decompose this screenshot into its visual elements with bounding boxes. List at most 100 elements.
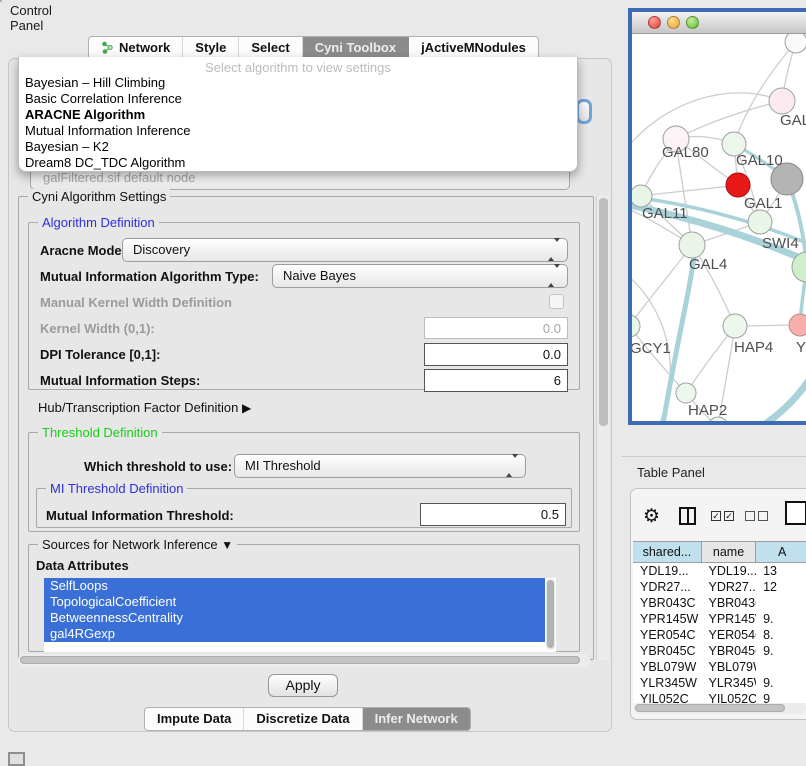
gear-icon[interactable]: ⚙ — [643, 505, 660, 528]
network-node[interactable] — [632, 315, 640, 337]
attribute-item-betweennesscentrality[interactable]: BetweennessCentrality — [44, 610, 545, 626]
attribute-item-selfloops[interactable]: SelfLoops — [44, 578, 545, 594]
checked-boxes-icon[interactable]: ✓ ✓ — [711, 511, 734, 521]
network-node[interactable] — [723, 314, 747, 338]
aracne-mode-label: Aracne Mode: — [40, 243, 126, 258]
minimize-traffic-light-icon[interactable] — [667, 16, 680, 29]
table-row[interactable]: YLR345WYLR345W9. — [633, 675, 806, 691]
threshold-definition-title: Threshold Definition — [38, 425, 162, 440]
kernel-width-label: Kernel Width (0,1): — [40, 321, 155, 336]
dropdown-placeholder: Select algorithm to view settings — [19, 57, 577, 75]
mi-threshold-field[interactable]: 0.5 — [420, 503, 566, 526]
table-row[interactable]: YBL079WYBL079W — [633, 659, 806, 675]
sources-title[interactable]: Sources for Network Inference ▼ — [38, 537, 237, 552]
dropdown-item-bayesian-k2[interactable]: Bayesian – K2 — [19, 139, 577, 155]
collapsed-panel-fragment[interactable] — [8, 752, 25, 766]
mi-steps-field[interactable]: 6 — [424, 369, 568, 392]
dropdown-item-basic-correlation-inference[interactable]: Basic Correlation Inference — [19, 91, 577, 107]
list-vertical-scrollbar[interactable] — [546, 579, 555, 650]
network-node[interactable] — [789, 314, 806, 336]
node-attribute-table[interactable]: shared...nameA YDL19...YDL19...13YDR27..… — [633, 541, 806, 703]
tab-jactivemnodules[interactable]: jActiveMNodules — [409, 37, 538, 59]
table-cell: YLR345W — [701, 675, 756, 691]
columns-icon[interactable] — [679, 507, 696, 525]
tab-infer-network[interactable]: Infer Network — [363, 708, 470, 730]
table-panel-title: Table Panel — [637, 465, 705, 480]
mi-type-label: Mutual Information Algorithm Type: — [40, 269, 259, 284]
algorithm-dropdown-list: Select algorithm to view settings Bayesi… — [18, 57, 578, 172]
checkbox-empty-icon — [758, 511, 768, 521]
network-node[interactable] — [679, 232, 705, 258]
tab-style[interactable]: Style — [183, 37, 239, 59]
table-row[interactable]: YDR27...YDR27...12 — [633, 579, 806, 595]
document-icon[interactable] — [785, 501, 806, 525]
column-header-name[interactable]: name — [701, 542, 757, 562]
tab-label: Impute Data — [157, 711, 231, 726]
node-label-gal: GAL — [780, 112, 806, 129]
dropdown-item-aracne-algorithm[interactable]: ARACNE Algorithm — [19, 107, 577, 123]
network-edge[interactable] — [632, 93, 782, 149]
manual-kernel-label: Manual Kernel Width Definition — [40, 295, 232, 310]
node-label-gal80: GAL80 — [662, 144, 709, 161]
network-window-titlebar[interactable] — [632, 12, 806, 34]
tab-impute-data[interactable]: Impute Data — [145, 708, 244, 730]
aracne-mode-combo[interactable]: Discovery — [122, 238, 568, 262]
checkbox-empty-icon — [745, 511, 755, 521]
table-row[interactable]: YER054CYER054C8. — [633, 627, 806, 643]
combo-stepper-icon — [506, 455, 518, 477]
node-label-gcy1: GCY1 — [632, 340, 671, 357]
manual-kernel-checkbox[interactable] — [549, 294, 564, 309]
network-edge[interactable] — [641, 185, 738, 196]
scroll-thumb[interactable] — [635, 704, 785, 712]
network-node[interactable] — [748, 210, 772, 234]
network-edge-highlighted[interactable] — [750, 372, 806, 425]
hub-expander[interactable]: Hub/Transcription Factor Definition ▶ — [38, 400, 251, 415]
scroll-thumb[interactable] — [20, 656, 580, 664]
network-node[interactable] — [785, 34, 806, 53]
table-header-row: shared...nameA — [633, 541, 806, 563]
dpi-tolerance-field[interactable]: 0.0 — [424, 343, 568, 366]
table-row[interactable]: YBR043CYBR043C — [633, 595, 806, 611]
tab-discretize-data[interactable]: Discretize Data — [244, 708, 362, 730]
dropdown-item-mutual-information-inference[interactable]: Mutual Information Inference — [19, 123, 577, 139]
tab-select[interactable]: Select — [239, 37, 302, 59]
table-cell — [756, 659, 806, 675]
table-cell: YLR345W — [633, 675, 701, 691]
table-cell: YBR043C — [701, 595, 756, 611]
network-node[interactable] — [769, 88, 795, 114]
network-node[interactable] — [726, 173, 750, 197]
sources-title-label: Sources for Network Inference — [42, 537, 218, 552]
focused-combo-fragment[interactable] — [576, 99, 592, 124]
scroll-thumb[interactable] — [599, 198, 608, 426]
attribute-item-gal4rgexp[interactable]: gal4RGexp — [44, 626, 545, 642]
kernel-width-field[interactable]: 0.0 — [424, 317, 568, 339]
scroll-thumb[interactable] — [547, 580, 554, 648]
network-canvas-svg[interactable]: GALGAL80GAL10GAL1GAL11SWI4GAL4GCY1HAP4YH… — [632, 34, 806, 425]
dropdown-item-dream8-dc-tdc-algorithm[interactable]: Dream8 DC_TDC Algorithm — [19, 155, 577, 171]
tab-network[interactable]: Network — [89, 37, 183, 59]
mi-type-combo[interactable]: Naive Bayes — [272, 264, 568, 288]
tab-cyni-toolbox[interactable]: Cyni Toolbox — [303, 37, 409, 59]
apply-button[interactable]: Apply — [268, 674, 338, 697]
table-row[interactable]: YPR145WYPR145W9. — [633, 611, 806, 627]
settings-vertical-scrollbar[interactable] — [596, 196, 609, 660]
table-row[interactable]: YDL19...YDL19...13 — [633, 563, 806, 579]
network-node[interactable] — [632, 185, 652, 207]
table-row[interactable]: YIL052CYIL052C9 — [633, 691, 806, 703]
network-node[interactable] — [676, 383, 696, 403]
table-cell: 9. — [756, 643, 806, 659]
control-panel-window — [0, 0, 2, 2]
close-traffic-light-icon[interactable] — [648, 16, 661, 29]
column-header-a[interactable]: A — [755, 542, 806, 562]
unchecked-boxes-icon[interactable] — [745, 511, 768, 521]
node-label-swi4: SWI4 — [762, 235, 799, 252]
algorithm-definition-title: Algorithm Definition — [38, 215, 159, 230]
table-horizontal-scrollbar[interactable] — [634, 703, 806, 714]
which-threshold-combo[interactable]: MI Threshold — [234, 454, 526, 478]
settings-horizontal-scrollbar[interactable] — [18, 654, 590, 667]
attribute-item-topologicalcoefficient[interactable]: TopologicalCoefficient — [44, 594, 545, 610]
table-row[interactable]: YBR045CYBR045C9. — [633, 643, 806, 659]
zoom-traffic-light-icon[interactable] — [686, 16, 699, 29]
dropdown-item-bayesian-hill-climbing[interactable]: Bayesian – Hill Climbing — [19, 75, 577, 91]
column-header-shared[interactable]: shared... — [633, 542, 702, 562]
